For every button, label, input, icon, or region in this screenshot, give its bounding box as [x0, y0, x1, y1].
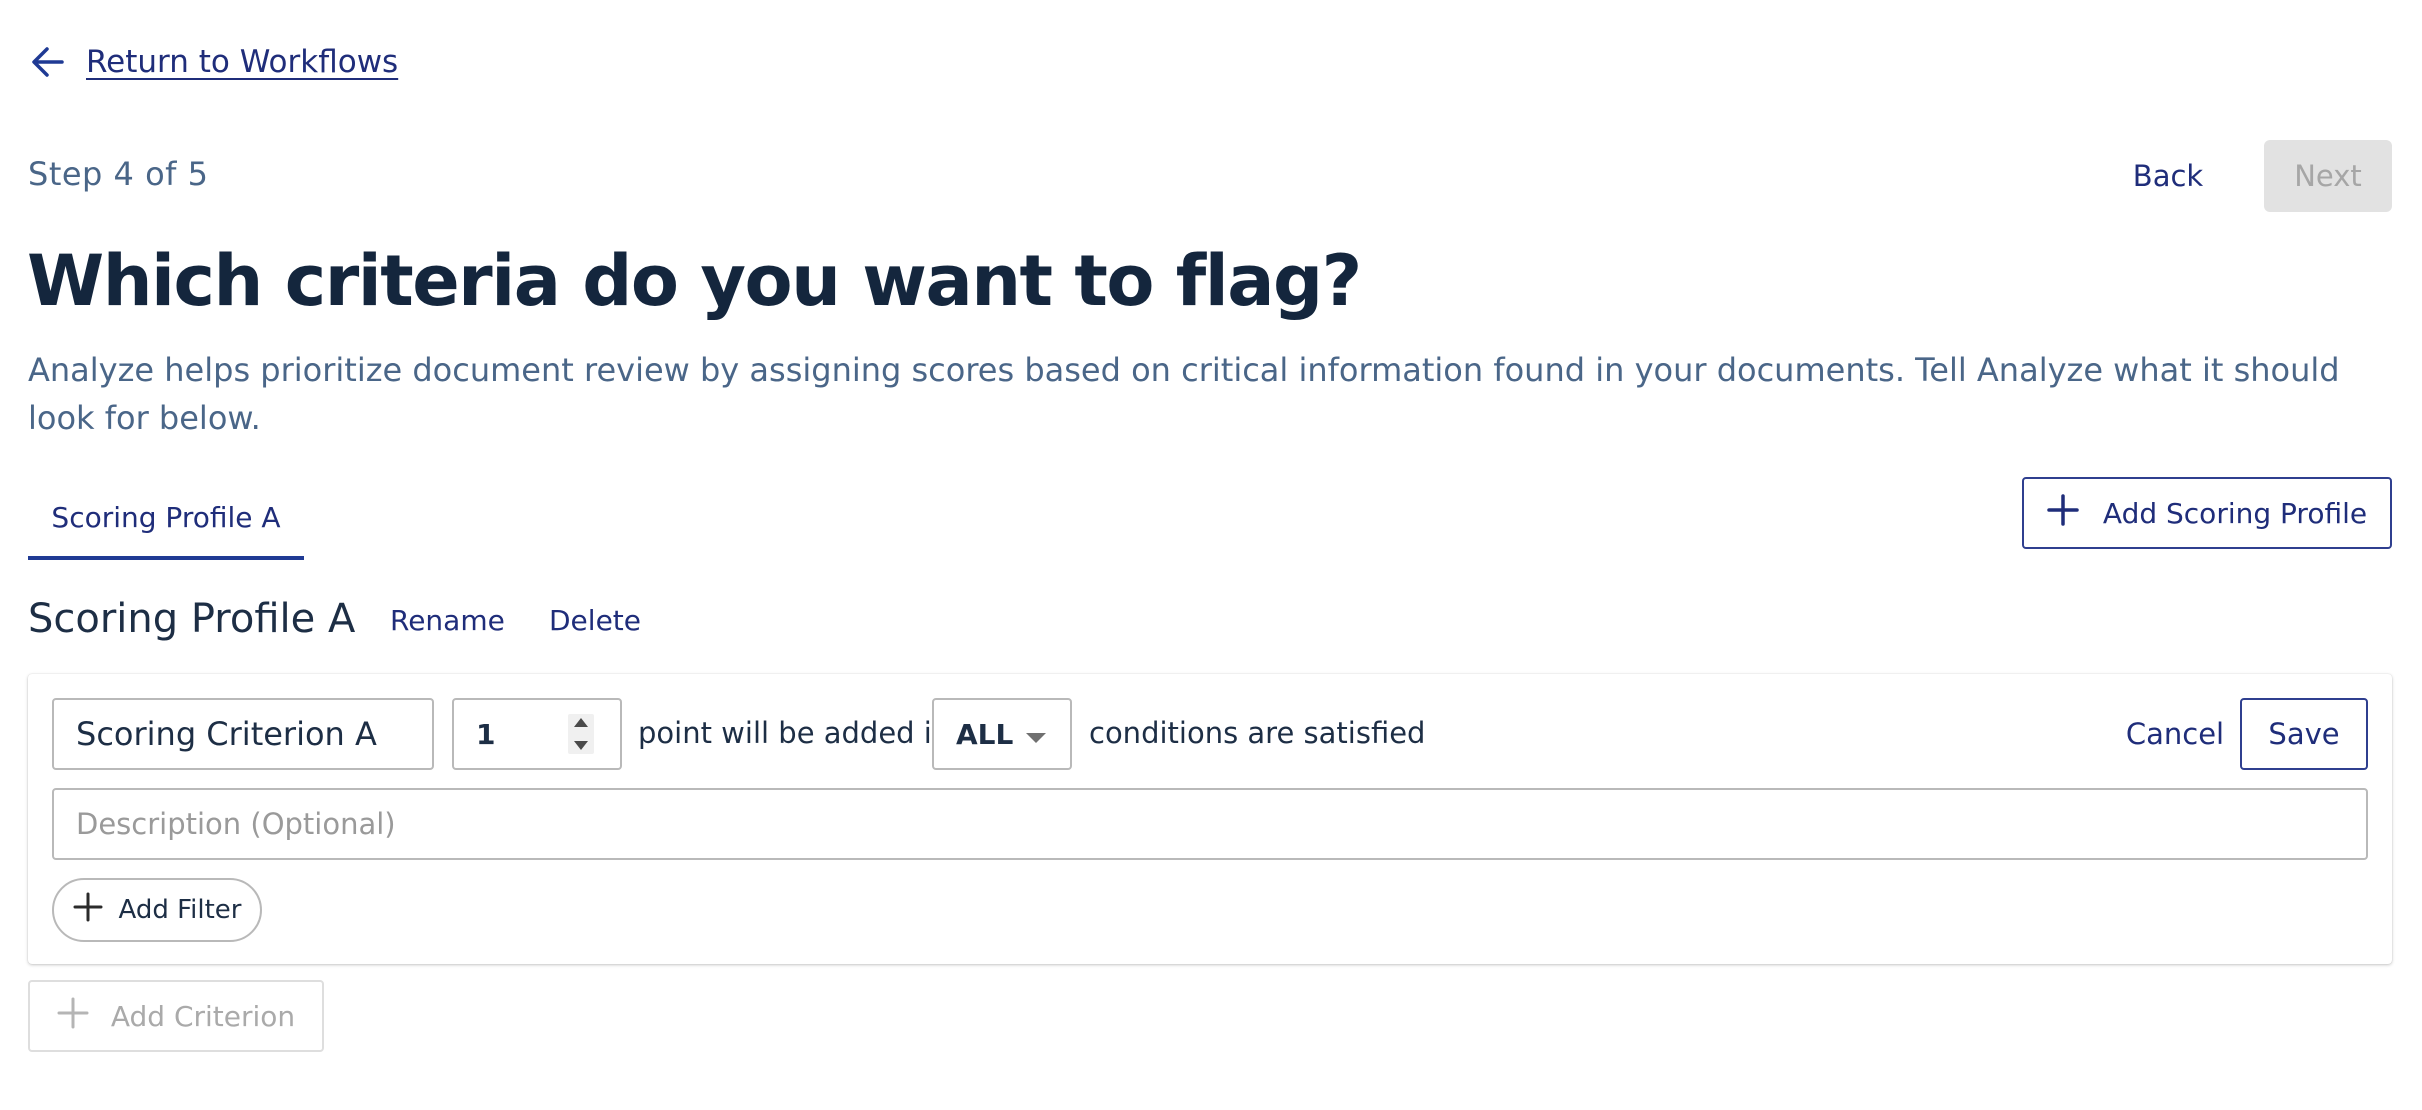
criterion-card: 1 point will be added if ALL conditions … — [28, 674, 2392, 964]
decrement-arrow-icon[interactable] — [574, 741, 588, 750]
profile-heading: Scoring Profile A — [28, 596, 356, 642]
plus-icon — [73, 892, 103, 929]
add-filter-button[interactable]: Add Filter — [52, 878, 262, 942]
add-scoring-profile-button[interactable]: Add Scoring Profile — [2022, 477, 2392, 549]
return-link-label[interactable]: Return to Workflows — [86, 44, 398, 80]
plus-icon — [2047, 493, 2079, 533]
save-button[interactable]: Save — [2240, 698, 2368, 770]
cancel-button[interactable]: Cancel — [2110, 698, 2240, 770]
tab-scoring-profile-a[interactable]: Scoring Profile A — [28, 478, 304, 560]
tab-label: Scoring Profile A — [51, 500, 281, 534]
match-mode-value: ALL — [956, 718, 1014, 751]
rename-profile-link[interactable]: Rename — [390, 604, 505, 637]
page-title: Which criteria do you want to flag? — [27, 240, 1362, 322]
add-filter-label: Add Filter — [118, 895, 242, 925]
points-value: 1 — [476, 718, 496, 751]
arrow-left-icon — [30, 44, 66, 80]
criterion-name-input[interactable] — [52, 698, 434, 770]
add-criterion-button[interactable]: Add Criterion — [28, 980, 324, 1052]
back-button[interactable]: Back — [2110, 140, 2226, 212]
points-clause-text: point will be added if — [638, 716, 943, 750]
conditions-clause-text: conditions are satisfied — [1089, 716, 1426, 750]
scoring-criteria-page: Return to Workflows Step 4 of 5 Back Nex… — [0, 0, 2422, 1110]
caret-down-icon — [1026, 733, 1046, 743]
increment-arrow-icon[interactable] — [574, 718, 588, 727]
match-mode-select[interactable]: ALL — [932, 698, 1072, 770]
spinner-arrows-icon[interactable] — [568, 714, 594, 754]
step-indicator: Step 4 of 5 — [28, 155, 209, 193]
plus-icon — [57, 997, 89, 1036]
add-scoring-profile-label: Add Scoring Profile — [2102, 496, 2368, 530]
criterion-description-input[interactable] — [52, 788, 2368, 860]
return-to-workflows-link[interactable]: Return to Workflows — [30, 44, 398, 80]
points-stepper[interactable]: 1 — [452, 698, 622, 770]
page-description: Analyze helps prioritize document review… — [28, 351, 2340, 437]
next-button[interactable]: Next — [2264, 140, 2392, 212]
delete-profile-link[interactable]: Delete — [549, 604, 641, 637]
add-criterion-label: Add Criterion — [110, 999, 296, 1033]
